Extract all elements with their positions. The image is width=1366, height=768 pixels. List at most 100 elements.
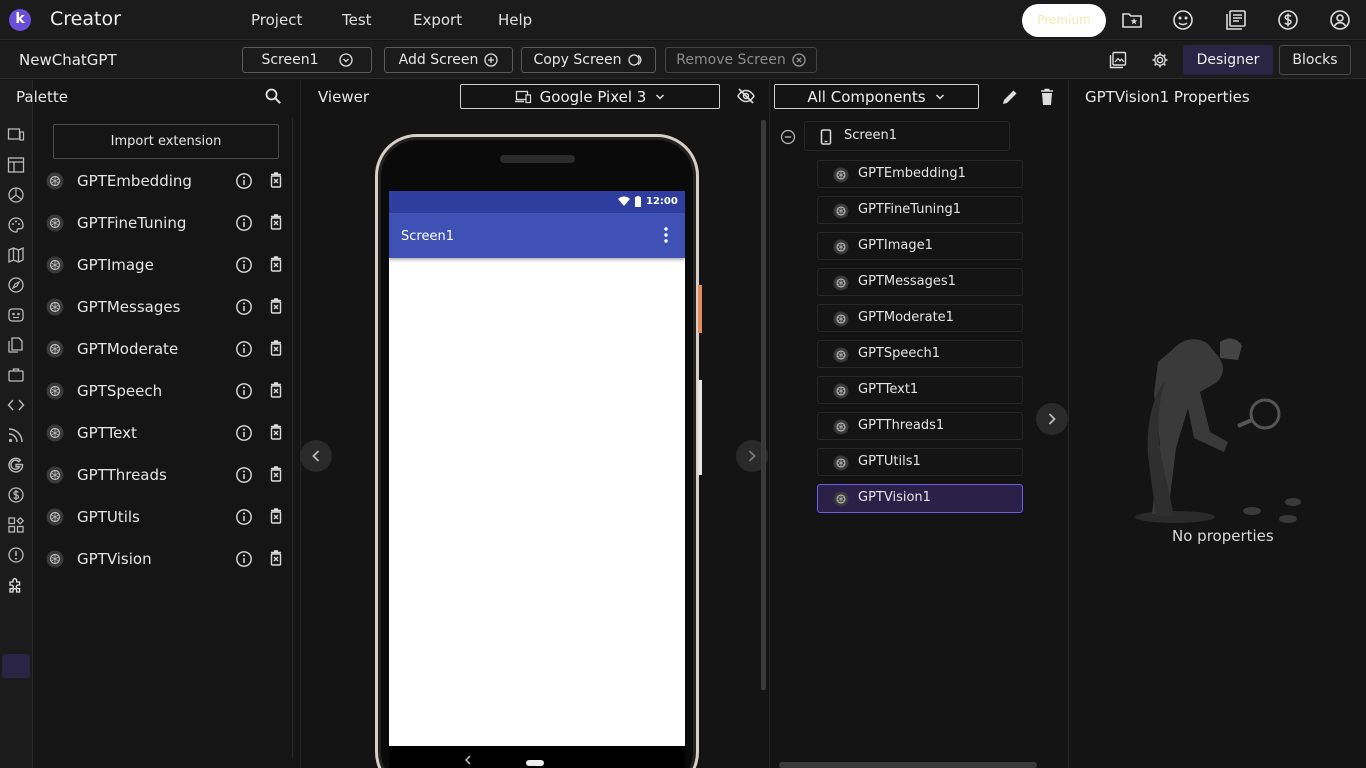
- tree-item-label: GPTSpeech1: [858, 346, 941, 361]
- connectivity-icon[interactable]: [7, 366, 25, 384]
- components-h-scrollbar[interactable]: [779, 762, 1037, 768]
- rss-icon[interactable]: [7, 426, 25, 444]
- palette-item[interactable]: GPTMessages: [42, 292, 292, 322]
- widgets-icon[interactable]: [7, 516, 25, 534]
- trash-icon[interactable]: [1038, 87, 1056, 107]
- gallery-icon[interactable]: [1172, 9, 1194, 31]
- library-icon[interactable]: [1225, 9, 1247, 31]
- copy-screen-button[interactable]: Copy Screen: [521, 47, 656, 73]
- palette-item[interactable]: GPTEmbedding: [42, 166, 292, 196]
- google-icon[interactable]: [7, 456, 25, 474]
- delete-icon[interactable]: [267, 213, 285, 231]
- hidden-components-icon[interactable]: [736, 86, 756, 106]
- media-icon[interactable]: [7, 186, 25, 204]
- menu-export[interactable]: Export: [413, 11, 462, 29]
- expand-properties-button[interactable]: [1036, 403, 1068, 435]
- components-filter-select[interactable]: All Components: [774, 84, 979, 109]
- palette-item[interactable]: GPTText: [42, 418, 292, 448]
- tree-item-selected[interactable]: GPTVision1: [817, 484, 1023, 513]
- delete-icon[interactable]: [267, 255, 285, 273]
- palette-item-label: GPTVision: [77, 550, 152, 568]
- info-icon[interactable]: [235, 340, 253, 358]
- wifi-icon: [618, 196, 630, 206]
- menu-help[interactable]: Help: [498, 11, 532, 29]
- info-icon[interactable]: [235, 382, 253, 400]
- delete-icon[interactable]: [267, 297, 285, 315]
- folder-star-icon[interactable]: [1121, 9, 1143, 31]
- palette-item[interactable]: GPTThreads: [42, 460, 292, 490]
- palette-scrollbar[interactable]: [292, 118, 296, 758]
- storage-icon[interactable]: [7, 336, 25, 354]
- palette-item[interactable]: GPTModerate: [42, 334, 292, 364]
- info-icon[interactable]: [235, 214, 253, 232]
- info-icon[interactable]: [235, 550, 253, 568]
- sensors-icon[interactable]: [7, 276, 25, 294]
- delete-icon[interactable]: [267, 465, 285, 483]
- overflow-menu-icon[interactable]: [664, 227, 668, 243]
- openai-icon: [46, 508, 64, 526]
- search-icon[interactable]: [264, 87, 282, 105]
- tree-item[interactable]: GPTThreads1: [817, 412, 1023, 440]
- info-icon[interactable]: [235, 298, 253, 316]
- app-logo[interactable]: k: [9, 9, 31, 31]
- remove-screen-button[interactable]: Remove Screen: [665, 47, 817, 73]
- palette-item[interactable]: GPTImage: [42, 250, 292, 280]
- delete-icon[interactable]: [267, 507, 285, 525]
- openai-icon: [46, 424, 64, 442]
- tree-item[interactable]: GPTText1: [817, 376, 1023, 404]
- add-screen-button[interactable]: Add Screen: [384, 47, 513, 73]
- app-brand: Creator: [50, 8, 121, 30]
- palette-item[interactable]: GPTUtils: [42, 502, 292, 532]
- images-icon[interactable]: [1109, 51, 1127, 69]
- gear-icon[interactable]: [1151, 51, 1169, 69]
- map-icon[interactable]: [7, 246, 25, 264]
- dollar-icon[interactable]: [1277, 9, 1299, 31]
- collapse-palette-button[interactable]: [300, 440, 332, 472]
- info-icon[interactable]: [235, 172, 253, 190]
- import-extension-button[interactable]: Import extension: [53, 124, 279, 159]
- screen-select[interactable]: Screen1: [242, 47, 372, 73]
- palette-item[interactable]: GPTVision: [42, 544, 292, 574]
- viewer-scrollbar[interactable]: [761, 120, 766, 690]
- tree-item[interactable]: GPTModerate1: [817, 304, 1023, 332]
- premium-button[interactable]: Premium: [1022, 4, 1106, 37]
- collapse-tree-icon[interactable]: [780, 129, 796, 145]
- extension-icon[interactable]: [7, 576, 25, 594]
- blocks-button[interactable]: Blocks: [1279, 45, 1351, 75]
- delete-icon[interactable]: [267, 381, 285, 399]
- delete-icon[interactable]: [267, 339, 285, 357]
- designer-button[interactable]: Designer: [1183, 45, 1273, 75]
- drawing-icon[interactable]: [7, 216, 25, 234]
- monetization-icon[interactable]: [7, 486, 25, 504]
- delete-icon[interactable]: [267, 171, 285, 189]
- delete-icon[interactable]: [267, 549, 285, 567]
- delete-icon[interactable]: [267, 423, 285, 441]
- palette-item[interactable]: GPTSpeech: [42, 376, 292, 406]
- tree-item[interactable]: GPTImage1: [817, 232, 1023, 260]
- info-icon[interactable]: [235, 256, 253, 274]
- menu-test[interactable]: Test: [342, 11, 372, 29]
- code-icon[interactable]: [7, 396, 25, 414]
- rename-pencil-icon[interactable]: [1000, 87, 1020, 107]
- tree-item[interactable]: GPTUtils1: [817, 448, 1023, 476]
- tree-item[interactable]: GPTSpeech1: [817, 340, 1023, 368]
- info-icon[interactable]: [235, 466, 253, 484]
- user-interface-icon[interactable]: [7, 126, 25, 144]
- palette-item[interactable]: GPTFineTuning: [42, 208, 292, 238]
- layout-icon[interactable]: [7, 156, 25, 174]
- phone-screen[interactable]: 12:00 Screen1: [389, 191, 685, 746]
- info-icon[interactable]: [235, 424, 253, 442]
- close-circle-icon: [792, 53, 806, 67]
- experimental-icon[interactable]: [7, 546, 25, 564]
- properties-title: GPTVision1 Properties: [1085, 88, 1250, 106]
- tree-item[interactable]: GPTEmbedding1: [817, 160, 1023, 188]
- tree-item-screen1[interactable]: Screen1: [804, 121, 1010, 151]
- info-icon[interactable]: [235, 508, 253, 526]
- device-select[interactable]: Google Pixel 3: [460, 84, 720, 109]
- menu-project[interactable]: Project: [251, 11, 302, 29]
- tree-item[interactable]: GPTMessages1: [817, 268, 1023, 296]
- social-icon[interactable]: [7, 306, 25, 324]
- tree-item[interactable]: GPTFineTuning1: [817, 196, 1023, 224]
- account-icon[interactable]: [1329, 9, 1351, 31]
- top-bar: k Creator Project Test Export Help Premi…: [0, 0, 1366, 40]
